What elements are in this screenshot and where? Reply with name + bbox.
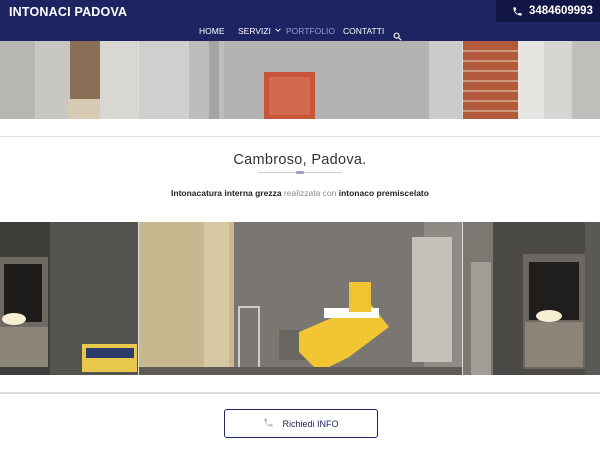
main-nav: HOME SERVIZI PORTFOLIO CONTATTI bbox=[0, 25, 600, 41]
phone-icon bbox=[505, 0, 529, 22]
nav-item-servizi[interactable]: SERVIZI bbox=[238, 26, 281, 36]
request-info-button[interactable]: Richiedi INFO bbox=[224, 409, 378, 438]
phone-number: 3484609993 bbox=[529, 5, 593, 17]
description-strong-1: Intonacatura interna grezza bbox=[171, 188, 282, 198]
nav-item-portfolio[interactable]: PORTFOLIO bbox=[286, 26, 335, 36]
phone-icon bbox=[263, 417, 274, 430]
spacer-band bbox=[0, 119, 600, 136]
photo-interior-corner[interactable] bbox=[0, 222, 139, 375]
photo-interior-wall[interactable] bbox=[139, 41, 463, 119]
photo-interior-room[interactable] bbox=[463, 222, 600, 375]
project-description: Intonacatura interna grezza realizzata c… bbox=[0, 188, 600, 198]
photo-interior-window[interactable] bbox=[0, 41, 139, 119]
title-underline-accent bbox=[296, 171, 304, 174]
photo-plaster-machine[interactable] bbox=[139, 222, 463, 375]
project-title: Cambroso, Padova. bbox=[233, 152, 367, 168]
request-info-label: Richiedi INFO bbox=[282, 418, 339, 429]
nav-label: HOME bbox=[199, 26, 225, 36]
nav-item-contatti[interactable]: CONTATTI bbox=[343, 26, 384, 36]
phone-contact[interactable]: 3484609993 bbox=[496, 0, 600, 22]
photo-strip-middle bbox=[0, 222, 600, 375]
description-strong-2: intonaco premiscelato bbox=[338, 188, 429, 198]
project-info-section bbox=[0, 137, 600, 222]
nav-label: SERVIZI bbox=[238, 26, 271, 36]
photo-strip-top bbox=[0, 41, 600, 119]
site-header: INTONACI PADOVA 3484609993 bbox=[0, 0, 600, 25]
description-light: realizzata con bbox=[281, 188, 339, 198]
chevron-down-icon bbox=[275, 28, 281, 34]
photo-brick-wall[interactable] bbox=[463, 41, 600, 119]
site-logo[interactable]: INTONACI PADOVA bbox=[9, 5, 127, 19]
nav-item-home[interactable]: HOME bbox=[199, 26, 225, 36]
nav-label: PORTFOLIO bbox=[286, 26, 335, 36]
nav-label: CONTATTI bbox=[343, 26, 385, 36]
spacer-band bbox=[0, 375, 600, 392]
